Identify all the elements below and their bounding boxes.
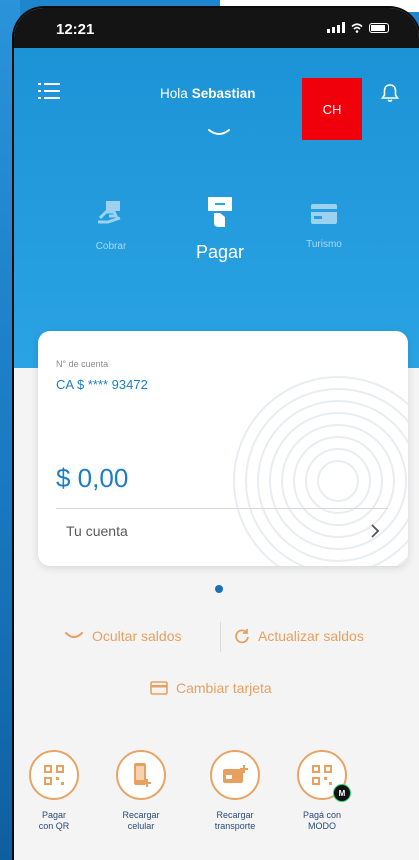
- change-card-label: Cambiar tarjeta: [176, 680, 272, 696]
- battery-icon: [369, 23, 389, 33]
- bell-icon[interactable]: [380, 83, 400, 103]
- header-area: Hola Sebastian CH Cobrar Pagar Turismo: [14, 48, 419, 368]
- pagar-icon: [208, 197, 232, 227]
- phone-icon: [134, 763, 151, 787]
- menu-icon[interactable]: [38, 82, 60, 100]
- quick-action-label: Recargar celular: [122, 810, 160, 831]
- fingerprint-watermark: [233, 376, 408, 566]
- status-icons: [327, 22, 389, 33]
- action-turismo[interactable]: Turismo: [298, 200, 350, 250]
- recharge-transport-button[interactable]: [210, 750, 260, 800]
- refresh-balances-button[interactable]: Actualizar saldos: [234, 628, 364, 644]
- action-cobrar-label: Cobrar: [95, 241, 127, 252]
- account-card[interactable]: N° de cuenta CA $ **** 93472 $ 0,00 Tu c…: [38, 331, 408, 566]
- action-pagar[interactable]: Pagar: [188, 193, 252, 263]
- account-number: CA $ **** 93472: [56, 377, 148, 392]
- hide-balances-button[interactable]: Ocultar saldos: [64, 628, 181, 644]
- recharge-phone-button[interactable]: [116, 750, 166, 800]
- account-number-label: N° de cuenta: [56, 359, 109, 369]
- status-time: 12:21: [56, 21, 95, 38]
- user-name: Sebastian: [191, 86, 256, 101]
- qr-icon: [312, 765, 332, 785]
- wifi-icon: [351, 23, 363, 33]
- account-balance: $ 0,00: [56, 463, 129, 493]
- carousel-indicator: [215, 585, 223, 593]
- refresh-icon: [235, 629, 249, 644]
- quick-action-label: Pagar con QR: [38, 810, 70, 831]
- avatar[interactable]: CH: [302, 78, 362, 140]
- chevron-right-icon[interactable]: [370, 524, 380, 538]
- chevron-down-icon[interactable]: [207, 128, 231, 138]
- quick-action-recargar-transporte[interactable]: Recargar transporte: [204, 750, 266, 832]
- signal-icon: [327, 22, 345, 33]
- links-separator: [220, 622, 221, 652]
- quick-action-label: Recargar transporte: [214, 810, 256, 831]
- tu-cuenta-link[interactable]: Tu cuenta: [66, 523, 128, 539]
- action-pagar-label: Pagar: [195, 242, 245, 262]
- quick-action-label: Pagá con MODO: [302, 810, 342, 831]
- quick-action-pagar-qr[interactable]: Pagar con QR: [23, 750, 85, 832]
- cobrar-icon: [98, 201, 121, 224]
- card-icon: [150, 681, 168, 695]
- action-cobrar[interactable]: Cobrar: [86, 196, 136, 252]
- greeting: Hola Sebastian: [160, 86, 256, 101]
- change-card-button[interactable]: Cambiar tarjeta: [150, 680, 272, 696]
- quick-action-paga-con-modo[interactable]: M Pagá con MODO: [291, 750, 353, 832]
- refresh-balances-label: Actualizar saldos: [258, 628, 364, 644]
- turismo-icon: [311, 204, 337, 224]
- qr-button[interactable]: [29, 750, 79, 800]
- hide-balances-label: Ocultar saldos: [92, 628, 182, 644]
- eye-closed-icon: [65, 632, 83, 638]
- modo-badge-icon: M: [333, 784, 351, 802]
- status-bar: 12:21: [14, 8, 419, 48]
- modo-button[interactable]: M: [297, 750, 351, 802]
- phone-screen: 12:21 Hola Sebastian CH Cobrar Pagar Tur…: [14, 8, 419, 860]
- greeting-prefix: Hola: [160, 86, 188, 101]
- card-divider: [56, 508, 388, 509]
- qr-icon: [44, 765, 64, 785]
- transport-card-icon: [223, 765, 248, 783]
- quick-action-recargar-celular[interactable]: Recargar celular: [110, 750, 172, 832]
- action-turismo-label: Turismo: [306, 239, 342, 250]
